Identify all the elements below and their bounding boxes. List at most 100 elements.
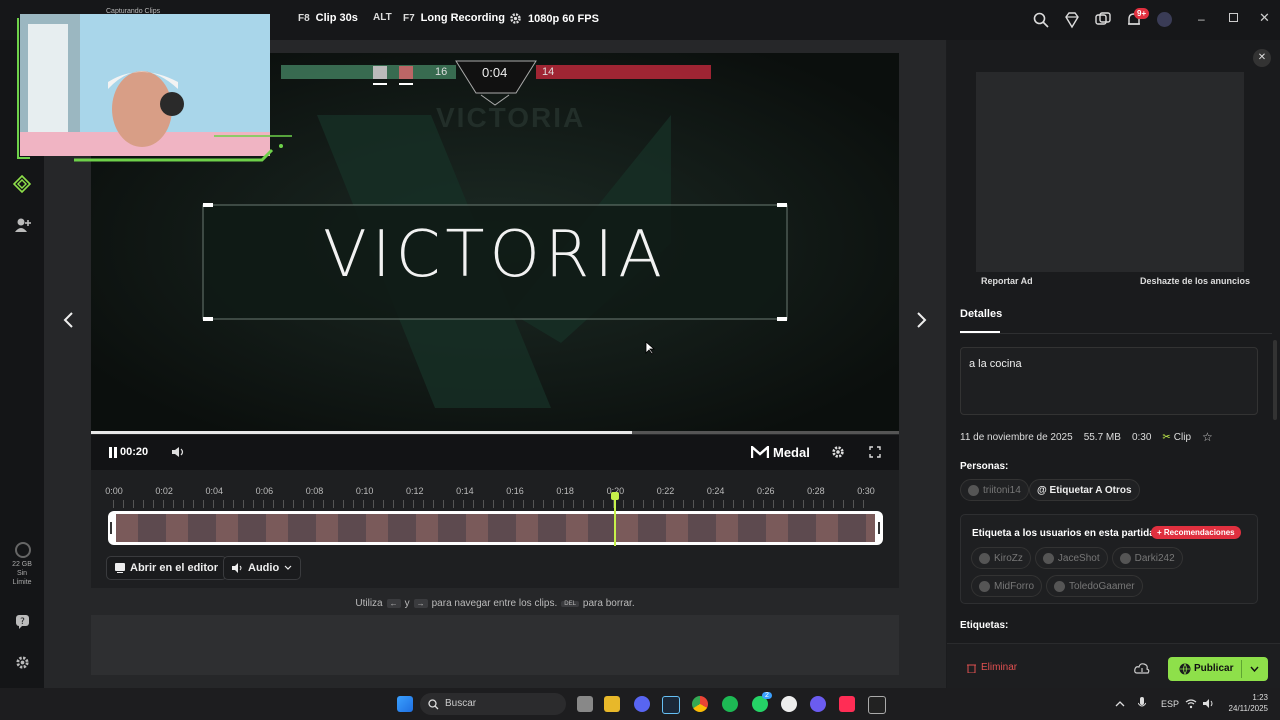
hotkey-long[interactable]: F7 Long Recording [403, 12, 505, 24]
audio-label: Audio [248, 562, 280, 574]
storage-label: Límite [12, 579, 32, 586]
storage-ring-icon [15, 542, 31, 558]
cloud-upload-icon[interactable] [1134, 662, 1150, 674]
delete-key: DEL [561, 600, 579, 607]
divider [1241, 660, 1242, 678]
minimize-button[interactable]: – [1198, 12, 1205, 26]
avatar [1054, 580, 1066, 592]
next-clip-arrow-icon[interactable] [914, 311, 928, 329]
playback-progress-track[interactable] [91, 431, 899, 434]
close-panel-button[interactable]: ✕ [1253, 49, 1271, 67]
tab-details[interactable]: Detalles [960, 308, 1002, 320]
help-icon[interactable]: ? [15, 614, 30, 629]
valorant-taskbar-icon[interactable] [781, 696, 797, 712]
person-chip[interactable]: triitoni14 [960, 479, 1029, 501]
timeline-tick-label: 0:12 [406, 486, 424, 496]
hint-and: y [404, 598, 410, 609]
delete-button[interactable]: Eliminar [967, 662, 1017, 673]
timeline-tick-label: 0:06 [255, 486, 274, 496]
quality-label: 1080p 60 FPS [528, 12, 599, 25]
title-value: a la cocina [969, 358, 1022, 370]
remove-ads-link[interactable]: Deshazte de los anuncios [1140, 276, 1250, 286]
taskbar-search[interactable]: Buscar [420, 693, 566, 715]
next-clip-preview[interactable] [91, 615, 899, 675]
hotkey-clip[interactable]: F8 Clip 30s [298, 12, 358, 24]
timeline-tick-label: 0:10 [355, 486, 374, 496]
avatar[interactable] [1157, 12, 1172, 27]
medal-taskbar-icon[interactable] [868, 696, 886, 714]
tiktok-icon[interactable] [839, 696, 855, 712]
publish-button[interactable]: Publicar [1168, 657, 1268, 681]
prev-clip-arrow-icon[interactable] [62, 311, 76, 329]
avatar [979, 552, 990, 564]
chevron-up-icon[interactable] [1115, 700, 1125, 707]
maximize-button[interactable] [1229, 13, 1238, 22]
match-user-name: KiroZz [994, 552, 1023, 564]
report-ad-link[interactable]: Reportar Ad [981, 276, 1033, 286]
chrome-icon[interactable] [692, 696, 708, 712]
player-settings-icon[interactable] [831, 445, 845, 459]
diamond-icon[interactable] [1063, 11, 1081, 29]
timeline-track[interactable] [108, 511, 883, 545]
windows-start-icon[interactable] [397, 696, 413, 712]
chat-icon[interactable] [1094, 11, 1112, 29]
trash-icon [967, 664, 976, 673]
timeline-tick-label: 0:30 [857, 486, 875, 496]
clock-date: 24/11/2025 [1228, 704, 1268, 713]
clip-type-label: Clip [1173, 431, 1192, 443]
microphone-icon[interactable] [1138, 697, 1146, 710]
tag-others-button[interactable]: @ Etiquetar A Otros [1029, 479, 1140, 501]
pause-icon[interactable] [108, 447, 118, 458]
details-panel: ✕ Reportar Ad Deshazte de los anuncios D… [947, 40, 1280, 689]
match-user-chip[interactable]: JaceShot [1034, 547, 1108, 569]
settings-icon[interactable] [15, 655, 30, 670]
volume-icon[interactable] [1203, 698, 1215, 709]
discord-icon[interactable] [634, 696, 650, 712]
search-icon[interactable] [1032, 11, 1050, 29]
open-editor-button[interactable]: Abrir en el editor [106, 556, 228, 580]
wifi-icon[interactable] [1185, 698, 1197, 709]
recommendations-label: Recomendaciones [1163, 528, 1235, 537]
spotify-icon[interactable] [722, 696, 738, 712]
language-indicator[interactable]: ESP [1161, 699, 1179, 709]
medal-brand: Medal [773, 445, 810, 460]
clock[interactable]: 1:23 24/11/2025 [1222, 692, 1268, 714]
close-button[interactable]: ✕ [1259, 10, 1270, 26]
file-explorer-icon[interactable] [604, 696, 620, 712]
timeline-playhead[interactable] [611, 492, 620, 546]
scrollbar[interactable] [1273, 340, 1277, 420]
trim-handle-right[interactable] [878, 522, 880, 534]
hotkey-alt[interactable]: ALT [373, 12, 392, 23]
app-icon[interactable] [810, 696, 826, 712]
match-user-chip[interactable]: KiroZz [971, 547, 1031, 569]
chevron-down-icon[interactable] [1250, 666, 1259, 672]
title-field[interactable]: a la cocina [960, 347, 1258, 415]
timeline-tick-label: 0:02 [155, 486, 173, 496]
hint-suffix: para borrar. [582, 598, 635, 609]
clock-time: 1:23 [1252, 693, 1268, 702]
storage-value: 22 GB [12, 561, 32, 568]
volume-icon[interactable] [171, 446, 185, 458]
trim-handle-left[interactable] [110, 522, 112, 534]
match-user-chip[interactable]: Darki242 [1111, 547, 1183, 569]
score-left: 16 [435, 66, 448, 78]
scissors-icon: ✂ [1162, 431, 1171, 443]
fullscreen-icon[interactable] [869, 446, 881, 458]
add-friend-icon[interactable] [14, 217, 32, 233]
steam-icon[interactable] [662, 696, 680, 714]
round-timer: 0:04 [482, 65, 508, 80]
current-time: 00:20 [120, 446, 149, 458]
valorant-icon[interactable] [13, 175, 31, 193]
quality-setting[interactable]: 1080p 60 FPS [509, 12, 599, 25]
match-user-chip[interactable]: ToledoGaamer [1046, 575, 1143, 597]
player-controls: 00:20 Medal [91, 435, 899, 470]
hotkey-label: Clip 30s [315, 12, 358, 24]
hint-middle: para navegar entre los clips. [431, 598, 558, 609]
match-user-chip[interactable]: MidForro [971, 575, 1043, 597]
timeline-tick-label: 0:00 [105, 486, 123, 496]
task-view-icon[interactable] [577, 696, 593, 712]
timeline-tick-label: 0:24 [706, 486, 725, 496]
audio-dropdown[interactable]: Audio [223, 556, 302, 580]
avatar [1119, 552, 1131, 564]
star-icon[interactable]: ☆ [1202, 430, 1213, 444]
